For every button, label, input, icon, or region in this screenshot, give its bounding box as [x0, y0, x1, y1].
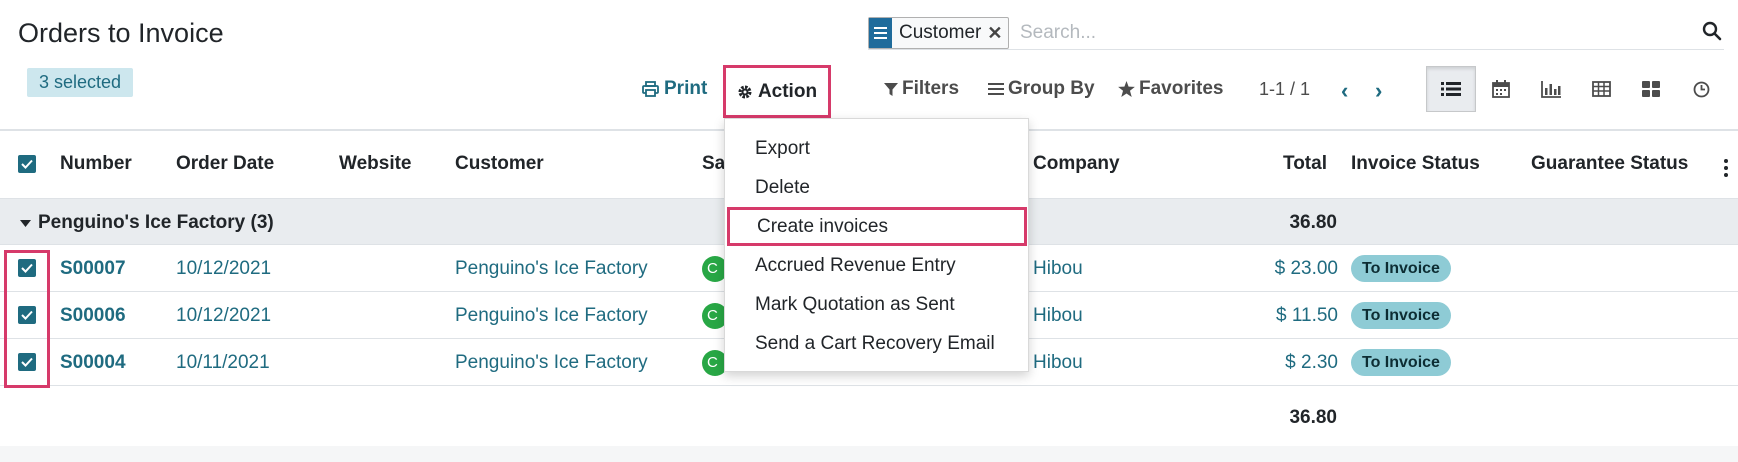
- print-label: Print: [664, 78, 708, 99]
- print-button[interactable]: Print: [642, 78, 707, 100]
- list-view-button[interactable]: [1426, 66, 1476, 112]
- kanban-view-button[interactable]: [1626, 66, 1676, 112]
- group-label: Penguino's Ice Factory (3): [38, 212, 274, 233]
- pivot-view-button[interactable]: [1576, 66, 1626, 112]
- graph-view-button[interactable]: [1526, 66, 1576, 112]
- kanban-view-icon: [1642, 81, 1660, 97]
- order-total: $ 23.00: [1274, 258, 1338, 279]
- column-header-company[interactable]: Company: [1033, 153, 1120, 175]
- column-header-total[interactable]: Total: [1283, 153, 1327, 175]
- search-facet-customer[interactable]: Customer ✕: [868, 17, 1010, 49]
- order-date: 10/12/2021: [176, 305, 272, 326]
- search-input[interactable]: [1020, 18, 1660, 48]
- order-number[interactable]: S00004: [60, 352, 126, 374]
- column-header-order-date[interactable]: Order Date: [176, 153, 274, 175]
- order-total: $ 2.30: [1285, 352, 1338, 373]
- invoice-status-badge: To Invoice: [1351, 349, 1451, 376]
- customer-name[interactable]: Penguino's Ice Factory: [455, 352, 648, 374]
- action-label: Action: [757, 80, 818, 102]
- group-header[interactable]: Penguino's Ice Factory (3): [20, 212, 274, 234]
- pager-previous-icon[interactable]: ‹: [1341, 78, 1348, 104]
- order-total: $ 11.50: [1276, 305, 1338, 326]
- column-header-number[interactable]: Number: [60, 153, 132, 175]
- optional-columns-icon[interactable]: [1724, 159, 1728, 177]
- order-number[interactable]: S00006: [60, 305, 126, 327]
- checkbox-highlight-box: [4, 250, 50, 388]
- facet-label: Customer: [899, 22, 982, 43]
- column-header-invoice-status[interactable]: Invoice Status: [1351, 153, 1480, 175]
- page-title: Orders to Invoice: [18, 18, 224, 48]
- caret-down-icon: [20, 219, 31, 227]
- facet-remove-icon[interactable]: ✕: [987, 18, 1008, 48]
- pager-next-icon[interactable]: ›: [1375, 78, 1382, 104]
- menu-item-create-invoices[interactable]: Create invoices: [727, 207, 1027, 246]
- customer-name[interactable]: Penguino's Ice Factory: [455, 305, 648, 327]
- order-date: 10/12/2021: [176, 258, 272, 279]
- menu-item-accrued-revenue-entry[interactable]: Accrued Revenue Entry: [725, 246, 1028, 285]
- group-total: 36.80: [1289, 212, 1337, 233]
- menu-item-export[interactable]: Export: [725, 129, 1028, 168]
- filter-icon: [884, 82, 898, 96]
- footer-total: 36.80: [1289, 407, 1337, 428]
- invoice-status-badge: To Invoice: [1351, 302, 1451, 329]
- favorites-label: Favorites: [1139, 78, 1224, 99]
- group-by-icon: [988, 83, 1004, 95]
- gear-icon: [738, 85, 752, 98]
- menu-item-send-cart-recovery-email[interactable]: Send a Cart Recovery Email: [725, 324, 1028, 363]
- order-date: 10/11/2021: [176, 352, 270, 373]
- column-header-salesperson[interactable]: Sa: [702, 153, 725, 175]
- checkmark-icon: [21, 159, 33, 169]
- order-number[interactable]: S00007: [60, 258, 126, 280]
- view-switcher: [1426, 66, 1726, 112]
- customer-name[interactable]: Penguino's Ice Factory: [455, 258, 648, 280]
- clock-icon: [1693, 81, 1709, 97]
- activity-view-button[interactable]: [1676, 66, 1726, 112]
- search-icon[interactable]: [1702, 21, 1722, 41]
- column-header-website[interactable]: Website: [339, 153, 412, 175]
- graph-view-icon: [1541, 80, 1561, 98]
- selected-count-badge: 3 selected: [27, 68, 134, 97]
- company-name: Hibou: [1033, 305, 1083, 326]
- pager-value[interactable]: 1-1 / 1: [1259, 79, 1310, 100]
- calendar-view-icon: [1492, 80, 1510, 98]
- column-header-customer[interactable]: Customer: [455, 153, 544, 175]
- star-icon: [1118, 81, 1135, 97]
- column-header-guarantee-status[interactable]: Guarantee Status: [1531, 153, 1688, 175]
- group-by-button[interactable]: Group By: [988, 78, 1095, 100]
- list-view-icon: [1441, 82, 1461, 96]
- filters-label: Filters: [902, 78, 960, 99]
- menu-item-mark-quotation-sent[interactable]: Mark Quotation as Sent: [725, 285, 1028, 324]
- action-dropdown-menu: Export Delete Create invoices Accrued Re…: [724, 118, 1029, 372]
- invoice-status-badge: To Invoice: [1351, 255, 1451, 282]
- menu-item-delete[interactable]: Delete: [725, 168, 1028, 207]
- company-name: Hibou: [1033, 258, 1083, 279]
- group-by-label: Group By: [1008, 78, 1095, 99]
- select-all-checkbox[interactable]: [18, 155, 36, 173]
- company-name: Hibou: [1033, 352, 1083, 373]
- group-by-facet-icon: [869, 18, 892, 48]
- calendar-view-button[interactable]: [1476, 66, 1526, 112]
- pivot-view-icon: [1591, 81, 1611, 97]
- filters-button[interactable]: Filters: [884, 78, 959, 100]
- search-bar: Customer ✕: [868, 16, 1724, 50]
- action-button[interactable]: Action: [723, 65, 831, 118]
- favorites-button[interactable]: Favorites: [1118, 78, 1223, 100]
- print-icon: [642, 81, 659, 97]
- bottom-band: [0, 446, 1738, 462]
